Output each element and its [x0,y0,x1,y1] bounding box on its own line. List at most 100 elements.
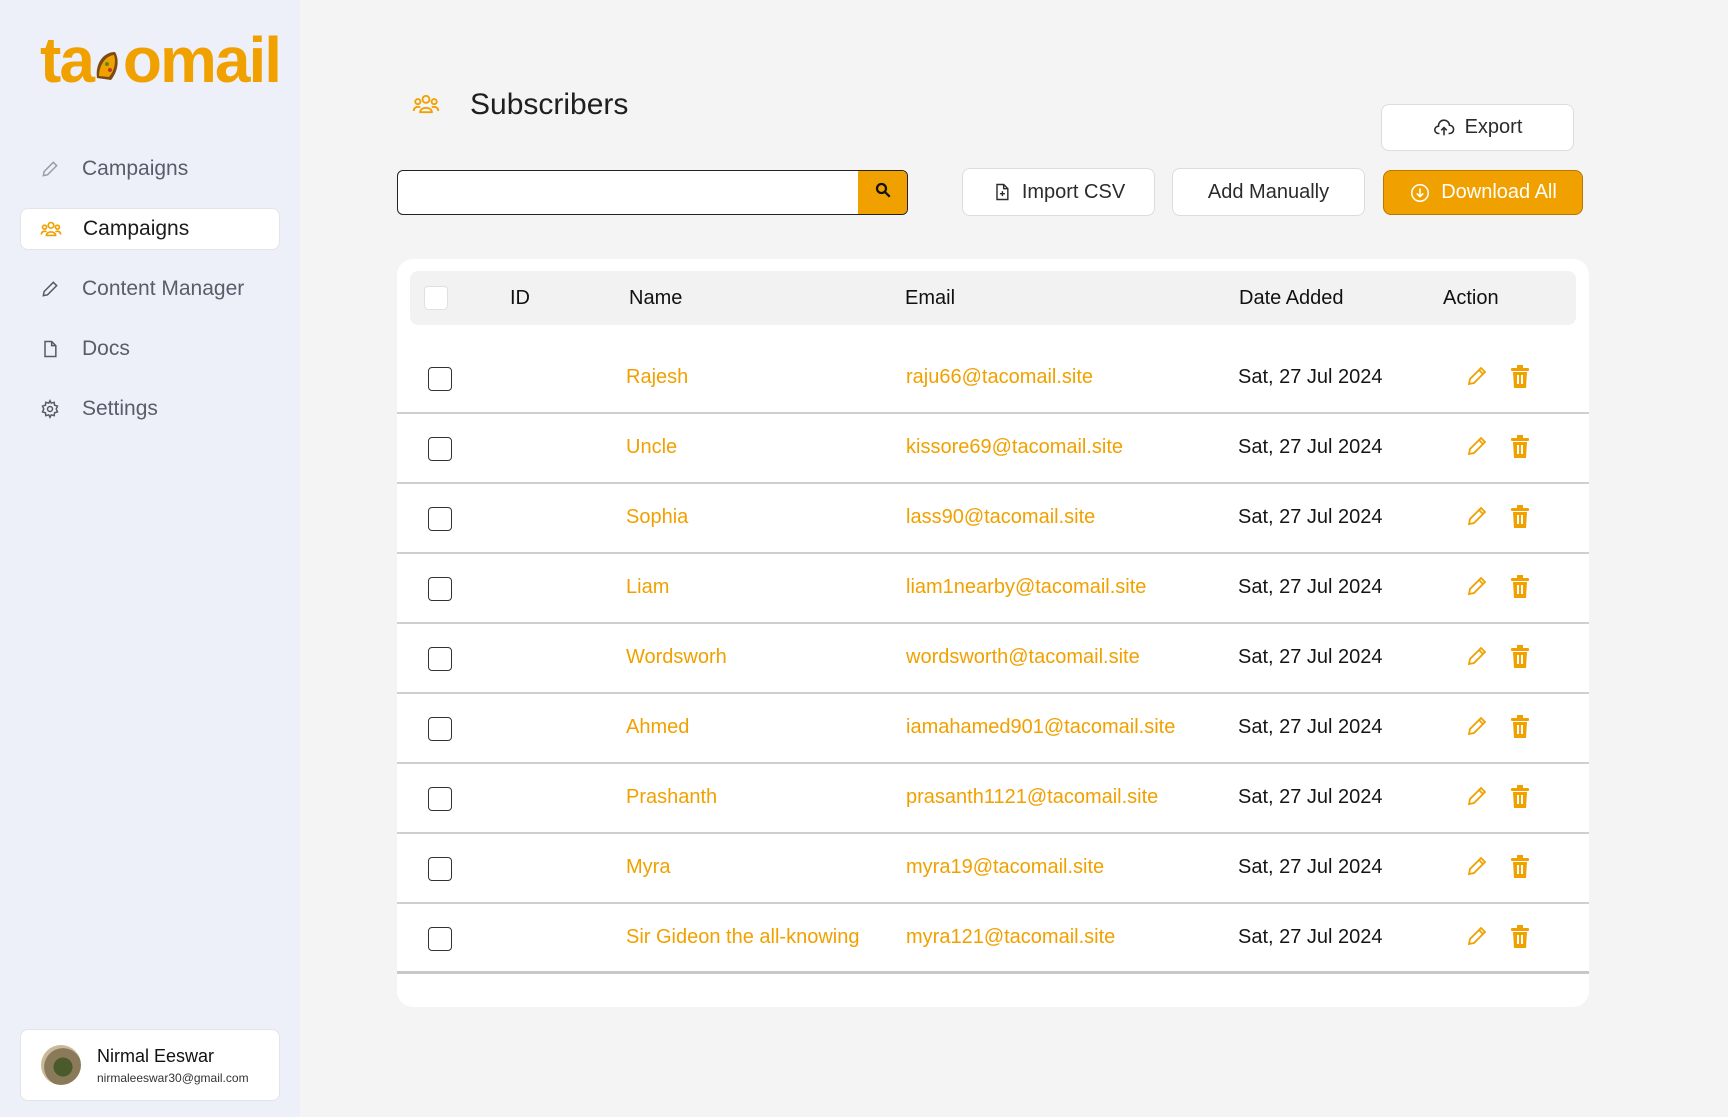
search-input[interactable] [398,171,858,214]
subscriber-email[interactable]: prasanth1121@tacomail.site [906,786,1158,809]
subscriber-email[interactable]: wordsworth@tacomail.site [906,646,1140,669]
table-row: Prashanth prasanth1121@tacomail.site Sat… [397,764,1589,834]
row-checkbox[interactable] [428,927,452,951]
pencil-icon [38,157,62,181]
subscriber-name[interactable]: Uncle [626,436,677,459]
column-action: Action [1443,287,1499,309]
column-name: Name [629,287,683,309]
users-icon [412,90,442,120]
date-added: Sat, 27 Jul 2024 [1238,926,1383,948]
subscriber-name[interactable]: Sophia [626,506,688,529]
row-checkbox[interactable] [428,367,452,391]
import-csv-button[interactable]: Import CSV [962,168,1155,216]
trash-icon[interactable] [1508,574,1532,600]
subscriber-email[interactable]: kissore69@tacomail.site [906,436,1123,459]
trash-icon[interactable] [1508,784,1532,810]
subscriber-email[interactable]: myra19@tacomail.site [906,856,1104,879]
table-row: Sir Gideon the all-knowing myra121@tacom… [397,904,1589,974]
subscriber-name[interactable]: Myra [626,856,670,879]
subscriber-name[interactable]: Prashanth [626,786,717,809]
date-added: Sat, 27 Jul 2024 [1238,646,1383,668]
file-plus-icon [992,181,1012,203]
row-checkbox[interactable] [428,577,452,601]
search-icon [874,181,892,204]
select-all-checkbox[interactable] [424,286,448,310]
edit-icon[interactable] [1465,784,1489,808]
table-body: Rajesh raju66@tacomail.site Sat, 27 Jul … [397,344,1589,974]
sidebar-nav: Campaigns Campaigns Content Manager Docs… [20,148,280,448]
sidebar-item-label: Content Manager [82,277,245,300]
table-row: Rajesh raju66@tacomail.site Sat, 27 Jul … [397,344,1589,414]
table-row: Uncle kissore69@tacomail.site Sat, 27 Ju… [397,414,1589,484]
subscriber-email[interactable]: iamahamed901@tacomail.site [906,716,1175,739]
sidebar-item-settings[interactable]: Settings [20,388,280,430]
edit-icon[interactable] [1465,364,1489,388]
subscriber-email[interactable]: myra121@tacomail.site [906,926,1115,949]
edit-icon[interactable] [1465,434,1489,458]
trash-icon[interactable] [1508,364,1532,390]
date-added: Sat, 27 Jul 2024 [1238,786,1383,808]
subscriber-email[interactable]: raju66@tacomail.site [906,366,1093,389]
export-button-label: Export [1464,116,1523,138]
edit-icon[interactable] [1465,924,1489,948]
export-button[interactable]: Export [1381,104,1574,151]
table-row: Wordsworh wordsworth@tacomail.site Sat, … [397,624,1589,694]
trash-icon[interactable] [1508,504,1532,530]
user-card[interactable]: Nirmal Eeswar nirmaleeswar30@gmail.com [20,1029,280,1101]
subscriber-name[interactable]: Rajesh [626,366,688,389]
trash-icon[interactable] [1508,714,1532,740]
avatar [41,1045,81,1085]
search-button[interactable] [858,171,907,214]
row-checkbox[interactable] [428,437,452,461]
subscriber-email[interactable]: liam1nearby@tacomail.site [906,576,1146,599]
import-csv-label: Import CSV [1021,180,1126,203]
subscriber-name[interactable]: Wordsworh [626,646,727,669]
edit-icon[interactable] [1465,574,1489,598]
tacomail-logo[interactable]: ta omail [40,28,282,92]
sidebar-item-docs[interactable]: Docs [20,328,280,370]
sidebar-item-label: Campaigns [83,217,190,240]
row-checkbox[interactable] [428,507,452,531]
subscriber-email[interactable]: lass90@tacomail.site [906,506,1095,529]
subscriber-name[interactable]: Sir Gideon the all-knowing [626,926,859,949]
sidebar: ta omail Campaigns Campaigns Content Mana… [0,0,300,1117]
edit-icon[interactable] [1465,854,1489,878]
edit-icon[interactable] [1465,714,1489,738]
pencil-icon [38,277,62,301]
table-row: Ahmed iamahamed901@tacomail.site Sat, 27… [397,694,1589,764]
table-row: Sophia lass90@tacomail.site Sat, 27 Jul … [397,484,1589,554]
row-checkbox[interactable] [428,647,452,671]
column-id: ID [510,287,530,309]
sidebar-item-label: Settings [82,397,158,420]
trash-icon[interactable] [1508,924,1532,950]
date-added: Sat, 27 Jul 2024 [1238,716,1383,738]
cloud-upload-icon [1433,117,1455,139]
row-checkbox[interactable] [428,787,452,811]
sidebar-item-campaigns-active[interactable]: Campaigns [20,208,280,250]
table-row: Liam liam1nearby@tacomail.site Sat, 27 J… [397,554,1589,624]
user-name: Nirmal Eeswar [97,1045,215,1066]
trash-icon[interactable] [1508,854,1532,880]
date-added: Sat, 27 Jul 2024 [1238,366,1383,388]
trash-icon[interactable] [1508,644,1532,670]
date-added: Sat, 27 Jul 2024 [1238,506,1383,528]
gear-icon [38,397,62,421]
table-row: Myra myra19@tacomail.site Sat, 27 Jul 20… [397,834,1589,904]
trash-icon[interactable] [1508,434,1532,460]
row-checkbox[interactable] [428,857,452,881]
column-email: Email [905,287,956,309]
row-checkbox[interactable] [428,717,452,741]
sidebar-item-campaigns[interactable]: Campaigns [20,148,280,190]
download-all-button[interactable]: Download All [1383,170,1583,215]
users-icon [39,217,63,241]
column-date-added: Date Added [1239,287,1344,309]
edit-icon[interactable] [1465,504,1489,528]
sidebar-item-content-manager[interactable]: Content Manager [20,268,280,310]
add-manually-button[interactable]: Add Manually [1172,168,1365,216]
subscriber-name[interactable]: Ahmed [626,716,689,739]
page-title: Subscribers [470,88,629,121]
subscriber-name[interactable]: Liam [626,576,669,599]
table-header: ID Name Email Date Added Action [410,271,1576,325]
page-header: Subscribers [412,88,628,122]
edit-icon[interactable] [1465,644,1489,668]
